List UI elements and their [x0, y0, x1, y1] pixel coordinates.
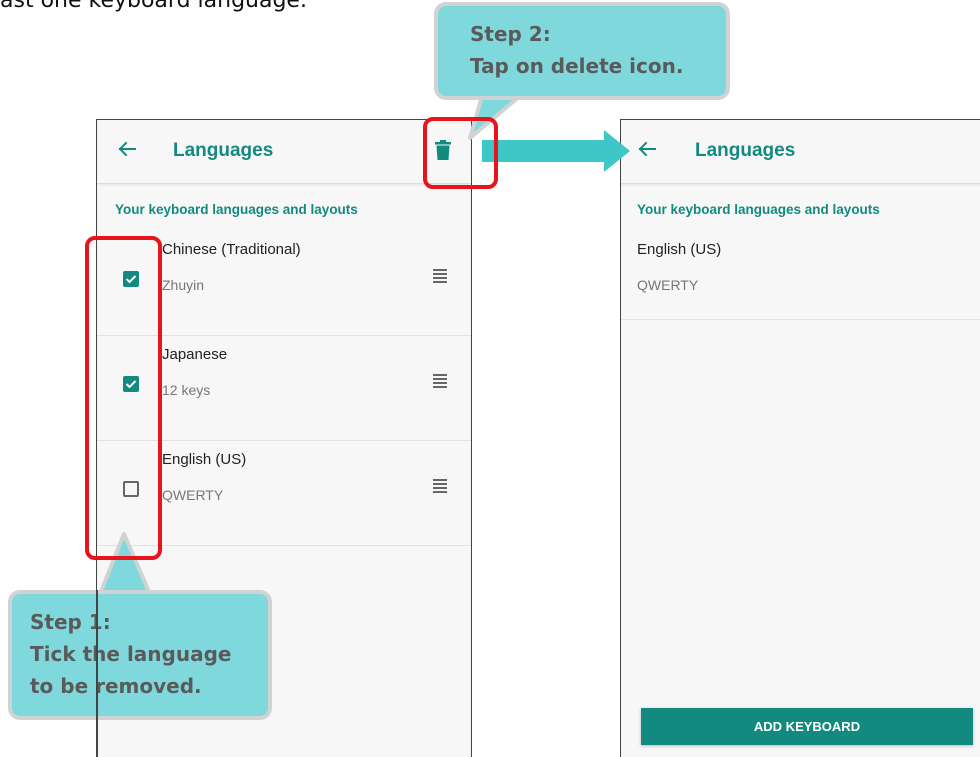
- callout-step1-title: Step 1:: [30, 610, 111, 634]
- app-bar: Languages: [97, 120, 471, 184]
- transition-arrow: [482, 130, 630, 172]
- phone-edge-line: [96, 590, 98, 757]
- drag-handle-icon[interactable]: [433, 374, 447, 388]
- callout-step1: Step 1: Tick the language to be removed.: [8, 590, 272, 720]
- callout-step2-title: Step 2:: [470, 22, 551, 46]
- app-bar: Languages: [621, 120, 980, 184]
- language-name: English (US): [162, 451, 247, 468]
- language-name: English (US): [637, 241, 722, 258]
- language-layout: QWERTY: [637, 277, 699, 293]
- back-arrow-icon[interactable]: [117, 139, 137, 159]
- checkbox-column-highlight: [85, 236, 162, 560]
- language-name: Japanese: [162, 346, 228, 363]
- add-keyboard-button[interactable]: ADD KEYBOARD: [641, 708, 973, 745]
- callout-step2-text: Tap on delete icon.: [470, 54, 684, 78]
- delete-icon-highlight: [423, 117, 498, 189]
- page-title: Languages: [695, 140, 796, 161]
- language-layout: 12 keys: [162, 382, 211, 398]
- language-name: Chinese (Traditional): [162, 241, 301, 258]
- callout-step1-text: to be removed.: [30, 674, 202, 698]
- page-title: Languages: [173, 140, 274, 161]
- language-layout: QWERTY: [162, 487, 224, 503]
- section-header: Your keyboard languages and layouts: [115, 202, 358, 217]
- section-header: Your keyboard languages and layouts: [637, 202, 880, 217]
- languages-screen-after: Languages Your keyboard languages and la…: [620, 119, 980, 757]
- drag-handle-icon[interactable]: [433, 479, 447, 493]
- callout-step1-text: Tick the language: [30, 642, 232, 666]
- back-arrow-icon[interactable]: [637, 139, 657, 159]
- callout-step2: Step 2: Tap on delete icon.: [434, 2, 730, 100]
- list-item-english-us[interactable]: English (US) QWERTY: [621, 231, 980, 320]
- language-layout: Zhuyin: [162, 277, 205, 293]
- instruction-text: ast one keyboard language.: [0, 0, 307, 13]
- drag-handle-icon[interactable]: [433, 269, 447, 283]
